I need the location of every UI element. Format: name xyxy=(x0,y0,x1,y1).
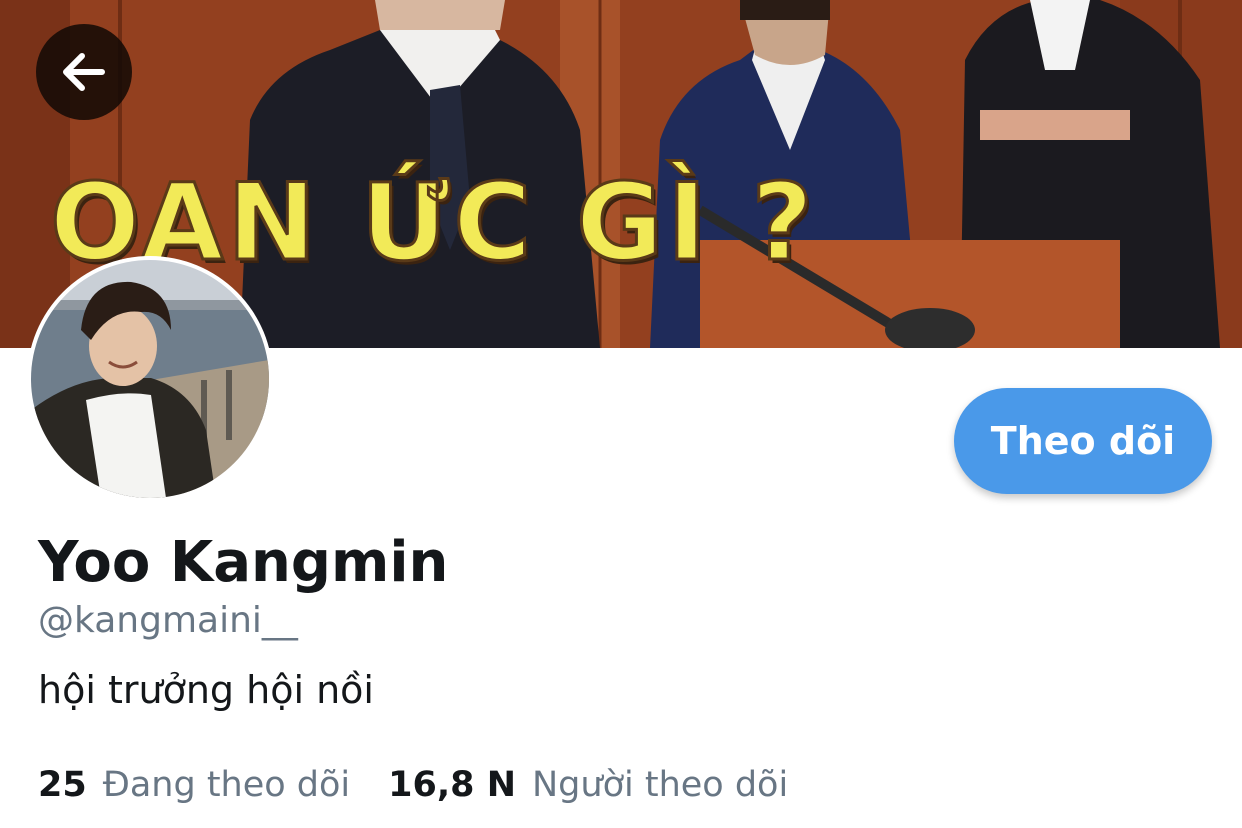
banner-caption-text: OAN ỨC GÌ ? xyxy=(49,161,818,284)
followers-stat[interactable]: 16,8 N Người theo dõi xyxy=(388,765,788,805)
following-stat[interactable]: 25 Đang theo dõi xyxy=(38,765,350,805)
profile-bio: hội trưởng hội nồi xyxy=(38,668,374,712)
followers-label: Người theo dõi xyxy=(532,765,789,805)
follow-button[interactable]: Theo dõi xyxy=(954,388,1212,494)
following-count: 25 xyxy=(38,765,87,805)
profile-page: OAN ỨC GÌ ? Theo dõi Yoo Kangmin @kangma… xyxy=(0,0,1242,828)
user-handle: @kangmaini__ xyxy=(38,600,298,641)
profile-stats: 25 Đang theo dõi 16,8 N Người theo dõi xyxy=(38,765,788,805)
following-label: Đang theo dõi xyxy=(102,765,351,805)
display-name: Yoo Kangmin xyxy=(38,530,449,595)
avatar[interactable] xyxy=(27,256,273,502)
followers-count: 16,8 N xyxy=(388,765,516,805)
back-button[interactable] xyxy=(36,24,132,120)
avatar-photo xyxy=(31,260,269,498)
arrow-left-icon xyxy=(63,53,105,91)
